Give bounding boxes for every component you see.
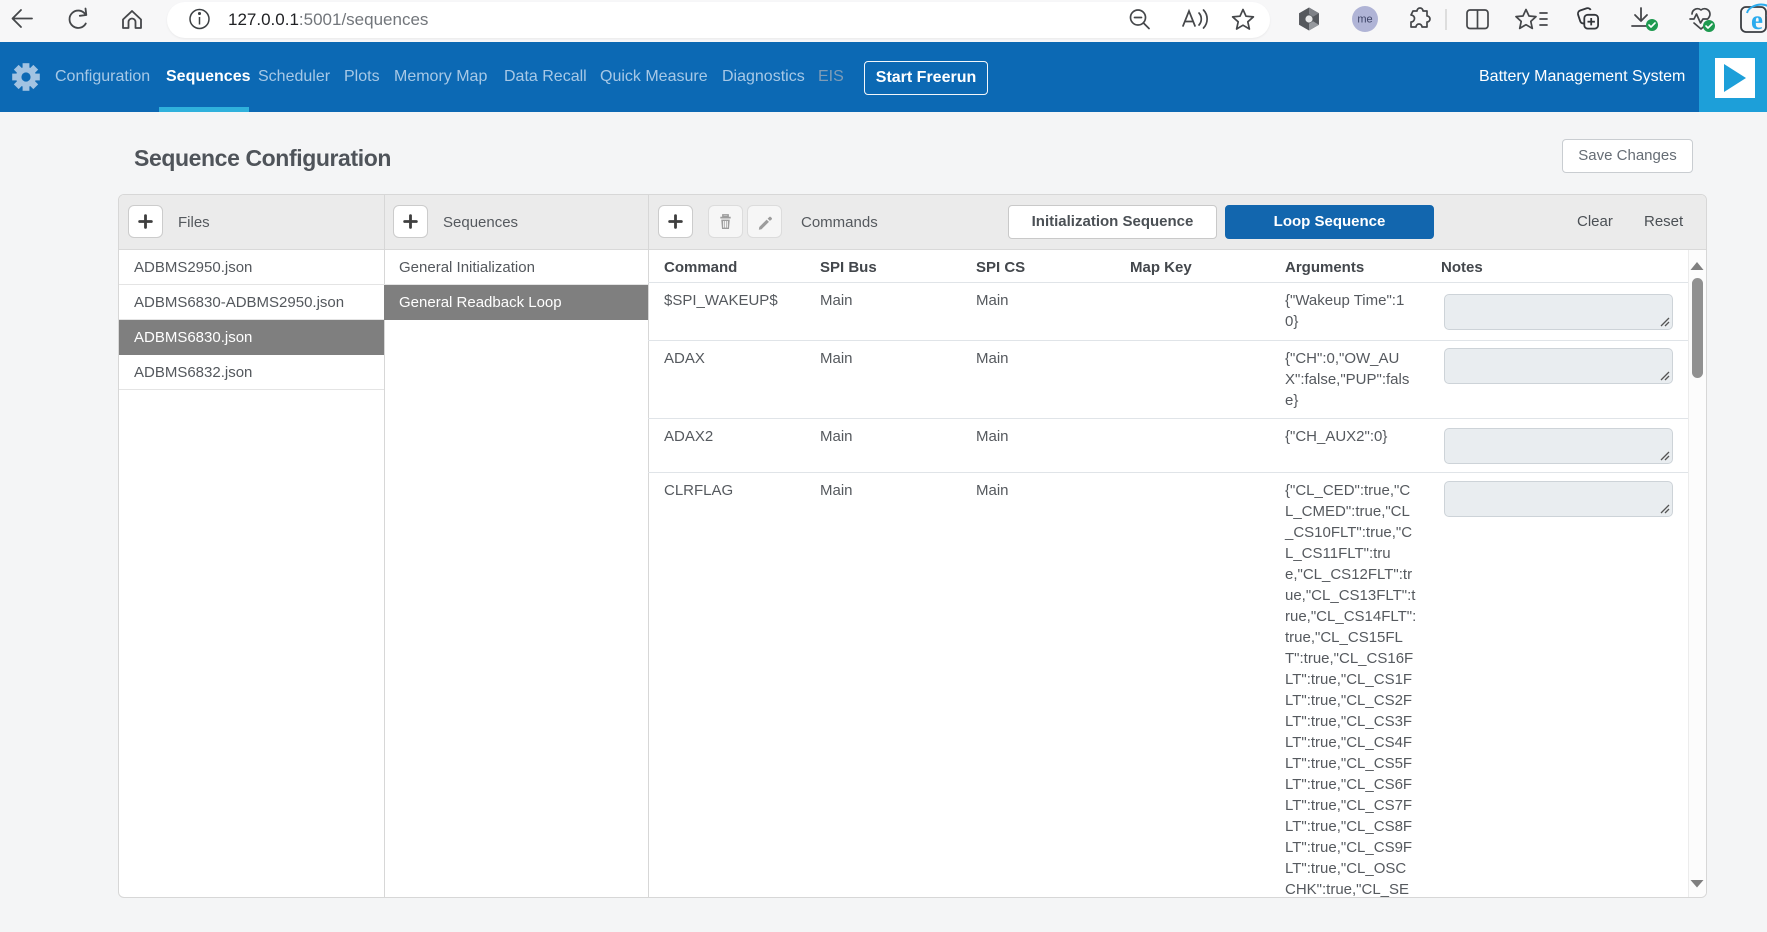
svg-text:e: e — [1751, 5, 1763, 35]
svg-text:me: me — [1357, 14, 1372, 26]
